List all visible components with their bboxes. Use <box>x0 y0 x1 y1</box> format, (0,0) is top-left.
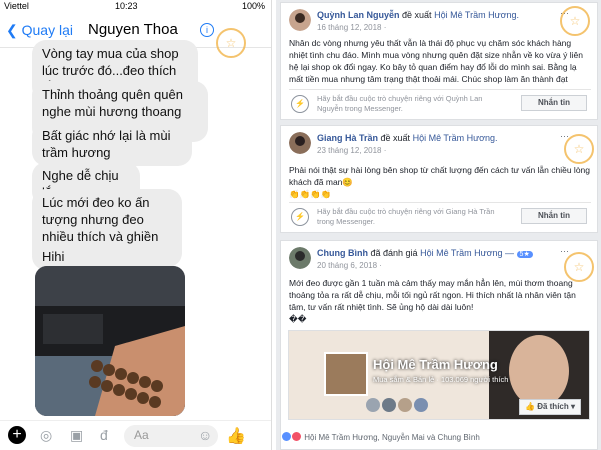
review-action: đề xuất <box>402 10 432 20</box>
review-date[interactable]: 20 tháng 6, 2018 · <box>317 261 382 270</box>
camera-icon[interactable]: ◎ <box>40 427 52 444</box>
watermark-logo: ☆ <box>560 6 590 36</box>
page-link[interactable]: Hội Mê Trầm Hương. <box>413 133 498 143</box>
reviewer-name[interactable]: Quỳnh Lan Nguyễn <box>317 10 400 20</box>
messenger-prompt: Hãy bắt đầu cuộc trò chuyện riêng với Qu… <box>317 94 483 113</box>
page-link[interactable]: Hội Mê Trầm Hương — <box>420 248 514 258</box>
status-bar: Viettel 10:23 100% <box>0 0 271 14</box>
review-action: đã đánh giá <box>370 248 418 258</box>
reviewer-name[interactable]: Chung Bình <box>317 248 368 258</box>
message-photo[interactable] <box>35 266 185 416</box>
review-text: Mới đeo được gần 1 tuần mà cảm thấy may … <box>289 278 576 312</box>
message-button[interactable]: Nhắn tin <box>521 208 587 224</box>
reviewer-name[interactable]: Giang Hà Trần <box>317 133 378 143</box>
page-preview-card[interactable]: Hội Mê Trầm Hương Mua sắm & Bán lẻ · 103… <box>288 330 590 420</box>
review-text: Nhân dc vòng nhưng yêu thất vẫn là thái … <box>289 38 583 84</box>
rating-badge: 5★ <box>516 251 533 258</box>
like-icon[interactable]: 👍 <box>226 426 246 446</box>
liked-button[interactable]: 👍 Đã thích ▾ <box>519 399 581 415</box>
messenger-icon: ⚡ <box>291 95 309 113</box>
message-button[interactable]: Nhắn tin <box>521 95 587 111</box>
message-bubble[interactable]: Bất giác nhớ lại là mùi trầm hương <box>32 122 192 166</box>
more-options-icon[interactable]: ··· <box>560 246 569 256</box>
facebook-reviews: Quỳnh Lan Nguyễn đề xuất Hội Mê Trầm Hươ… <box>276 0 601 450</box>
reviewer-avatar <box>289 247 311 269</box>
carrier-label: Viettel <box>4 1 29 11</box>
review-date[interactable]: 16 tháng 12, 2018 · <box>317 23 386 32</box>
gallery-icon[interactable]: ▣ <box>70 427 83 444</box>
review-date[interactable]: 23 tháng 12, 2018 · <box>317 146 386 155</box>
plus-icon[interactable]: + <box>8 426 26 444</box>
back-label: Quay lại <box>21 22 73 38</box>
review-emoji: 👏👏👏👏 <box>289 189 332 199</box>
review-extra: �� <box>289 314 307 324</box>
watermark-logo: ☆ <box>564 252 594 282</box>
dong-icon[interactable]: đ <box>100 427 108 443</box>
review-header: Chung Bình đã đánh giá Hội Mê Trầm Hương… <box>317 248 533 258</box>
contact-name: Nguyen Thoa <box>88 21 178 38</box>
messenger-icon: ⚡ <box>291 208 309 226</box>
love-reaction-icon <box>292 432 301 441</box>
watermark-logo: ☆ <box>216 28 246 58</box>
reviewer-avatar <box>289 132 311 154</box>
reactions-text: Hội Mê Trầm Hương, Nguyễn Mai và Chung B… <box>304 433 480 442</box>
info-icon[interactable]: i <box>200 23 214 37</box>
like-reaction-icon <box>282 432 291 441</box>
clock: 10:23 <box>115 1 138 11</box>
reactions-summary[interactable]: Hội Mê Trầm Hương, Nguyễn Mai và Chung B… <box>282 432 480 442</box>
review-header: Giang Hà Trần đề xuất Hội Mê Trầm Hương. <box>317 133 498 143</box>
page-meta: Mua sắm & Bán lẻ · 103.069 người thích <box>373 375 509 384</box>
review-card: Giang Hà Trần đề xuất Hội Mê Trầm Hương.… <box>280 125 598 233</box>
messenger-prompt: Hãy bắt đầu cuộc trò chuyện riêng với Gi… <box>317 207 495 226</box>
liked-label: Đã thích <box>537 402 569 411</box>
photo-bracelet-image <box>35 266 185 416</box>
messenger-prompt-row: ⚡ Hãy bắt đầu cuộc trò chuyện riêng với … <box>289 202 591 230</box>
review-header: Quỳnh Lan Nguyễn đề xuất Hội Mê Trầm Hươ… <box>317 10 519 20</box>
reviewer-avatar <box>289 9 311 31</box>
review-card: Quỳnh Lan Nguyễn đề xuất Hội Mê Trầm Hươ… <box>280 2 598 120</box>
review-action: đề xuất <box>380 133 411 143</box>
message-composer: + ◎ ▣ đ Aa ☺ 👍 <box>0 420 271 450</box>
messenger-conversation: Viettel 10:23 100% ❮ Quay lại Nguyen Tho… <box>0 0 272 450</box>
page-name[interactable]: Hội Mê Trầm Hương <box>373 357 498 372</box>
back-button[interactable]: ❮ Quay lại <box>6 22 73 39</box>
messenger-prompt-row: ⚡ Hãy bắt đầu cuộc trò chuyện riêng với … <box>289 89 591 117</box>
page-link[interactable]: Hội Mê Trầm Hương. <box>434 10 519 20</box>
review-text: Phải nói thật sự hài lòng bên shop từ ch… <box>289 165 590 187</box>
emoji-icon[interactable]: ☺ <box>198 427 212 443</box>
battery-level: 100% <box>241 1 265 11</box>
watermark-logo: ☆ <box>564 134 594 164</box>
